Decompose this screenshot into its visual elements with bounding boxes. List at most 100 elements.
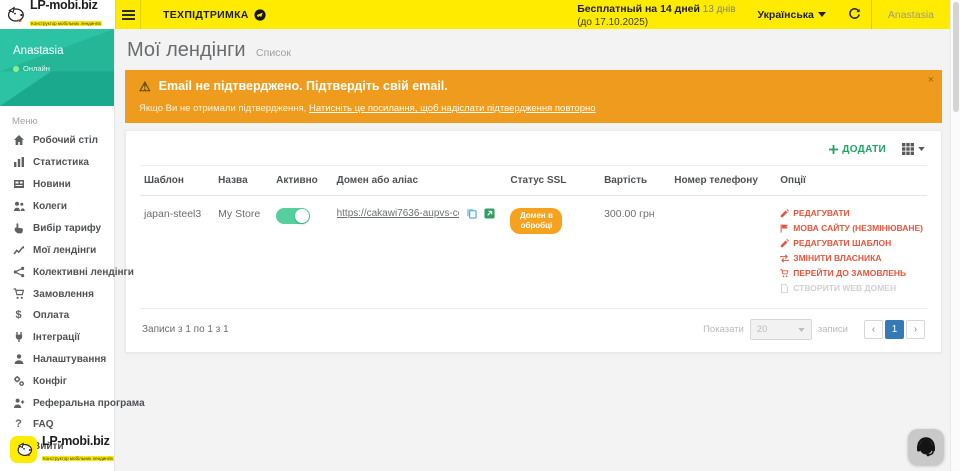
sidebar-item-config[interactable]: Конфіг (0, 370, 114, 392)
flag-icon (780, 224, 789, 233)
app-logo[interactable]: LP-mobi.biz Конструктор мобільних лендин… (0, 0, 115, 29)
sidebar-item-my-landings[interactable]: Мої лендінги (0, 239, 114, 261)
next-page-button[interactable]: › (906, 320, 925, 339)
table-toolbar: ДОДАТИ (140, 139, 927, 165)
close-icon[interactable]: × (928, 74, 934, 86)
logo-title: LP-mobi.biz (30, 0, 102, 12)
prev-page-button[interactable]: ‹ (864, 320, 883, 339)
trial-info: Бесплатный на 14 дней 13 днів (до 17.10.… (577, 0, 745, 29)
cell-domain: https://cakawi7636-aupvs-com-42 (333, 196, 507, 309)
records-info: Записи з 1 по 1 з 1 (142, 324, 229, 335)
refresh-icon (848, 8, 861, 21)
cell-ssl-status: Домен в обробці (506, 196, 600, 309)
col-header-active[interactable]: Активно (272, 166, 332, 196)
cell-phone (670, 196, 776, 309)
add-landing-button[interactable]: ДОДАТИ (829, 144, 886, 155)
page-1-button[interactable]: 1 (885, 320, 904, 339)
page-header: Мої лендінги Список (125, 37, 942, 70)
profile-status: Онлайн (13, 64, 50, 73)
dollar-icon: $ (12, 310, 25, 321)
menu-section-label: Меню (0, 106, 114, 129)
cell-name: My Store (214, 196, 272, 309)
records-label: записи (818, 324, 848, 335)
trial-title: Бесплатный на 14 дней (577, 3, 700, 15)
resend-confirmation-link[interactable]: Натисніть це посилання, щоб надіслати пі… (309, 103, 596, 114)
pagination: ‹ 1 › (864, 320, 925, 339)
alert-title: ⚠ Email не підтверджено. Підтвердіть сві… (139, 79, 912, 93)
gears-icon (12, 375, 25, 387)
sidebar-item-settings[interactable]: Налаштування (0, 348, 114, 370)
column-visibility-button[interactable] (902, 143, 925, 155)
sidebar-item-orders[interactable]: Замовлення (0, 283, 114, 305)
support-chat-widget[interactable] (908, 429, 944, 465)
menu-toggle-button[interactable] (115, 0, 141, 29)
headset-icon (914, 435, 938, 459)
option-go-to-orders[interactable]: ПЕРЕЙТИ ДО ЗАМОВЛЕНЬ (780, 268, 923, 278)
app-icon (10, 436, 37, 463)
support-label: ТЕХПІДТРИМКА (163, 9, 249, 21)
col-header-phone[interactable]: Номер телефону (670, 166, 776, 196)
chevron-down-icon (798, 328, 805, 332)
col-header-name[interactable]: Назва (214, 166, 272, 196)
cart-icon (12, 288, 25, 300)
newspaper-icon (12, 178, 25, 190)
online-dot-icon (13, 66, 19, 72)
sidebar-item-statistics[interactable]: Статистика (0, 151, 114, 173)
sidebar-item-faq[interactable]: ? FAQ (0, 414, 114, 435)
page-title: Мої лендінги (127, 39, 246, 61)
logo-subtitle: Конструктор мобільних лендингів (42, 456, 114, 461)
sidebar-item-tariff[interactable]: Вибір тарифу (0, 217, 114, 239)
col-header-options[interactable]: Опції (776, 166, 927, 196)
domain-link[interactable]: https://cakawi7636-aupvs-com-42 (337, 208, 459, 219)
question-icon: ? (12, 419, 25, 430)
person-plus-icon (12, 397, 25, 409)
ssl-status-badge: Домен в обробці (510, 208, 562, 234)
page-scrollbar[interactable] (950, 0, 960, 471)
top-bar: LP-mobi.biz Конструктор мобільних лендин… (0, 0, 950, 29)
col-header-template[interactable]: Шаблон (140, 166, 214, 196)
option-change-owner[interactable]: ЗМІНИТИ ВЛАСНИКА (780, 253, 923, 263)
email-warning-banner: ⚠ Email не підтверджено. Підтвердіть сві… (125, 70, 942, 123)
language-select[interactable]: Українська (746, 0, 838, 29)
alert-text: Якщо Ви не отримали підтвердження, Натис… (139, 103, 912, 114)
col-header-price[interactable]: Вартість (600, 166, 670, 196)
trial-days-left: 13 днів (703, 4, 736, 15)
option-edit-template[interactable]: РЕДАГУВАТИ ШАБЛОН (780, 238, 923, 248)
logo-mascot-icon (4, 4, 26, 26)
sidebar-item-desktop[interactable]: Робочий стіл (0, 129, 114, 151)
sidebar-footer-logo[interactable]: LP-mobi.biz Конструктор мобільних лендин… (10, 435, 114, 466)
sidebar-item-news[interactable]: Новини (0, 173, 114, 195)
logo-mascot-icon (14, 440, 34, 460)
option-site-language[interactable]: МОВА САЙТУ (НЕЗМІНЮВАНЕ) (780, 223, 923, 233)
col-header-ssl[interactable]: Статус SSL (506, 166, 600, 196)
hand-pointer-icon (12, 222, 25, 234)
refresh-button[interactable] (838, 0, 871, 29)
profile-name: Anastasia (13, 45, 64, 57)
table-footer: Записи з 1 по 1 з 1 Показати 20 записи ‹… (140, 309, 927, 342)
option-edit[interactable]: РЕДАГУВАТИ (780, 208, 923, 218)
page-icon (780, 284, 789, 293)
option-create-web-domain: СТВОРИТИ WEB ДОМЕН (780, 283, 923, 293)
active-toggle[interactable] (276, 208, 310, 224)
trend-chart-icon (12, 244, 25, 256)
page-size-select[interactable]: 20 (750, 319, 812, 340)
sidebar-item-integrations[interactable]: Інтеграції (0, 326, 114, 348)
open-site-icon[interactable] (484, 208, 495, 219)
sidebar-item-colleagues[interactable]: Колеги (0, 195, 114, 217)
copy-icon[interactable] (466, 208, 477, 219)
header-username[interactable]: Anastasia (871, 0, 950, 29)
people-icon (12, 200, 25, 212)
scrollbar-thumb[interactable] (953, 2, 959, 112)
main-content: Мої лендінги Список ⚠ Email не підтвердж… (115, 29, 950, 471)
telegram-icon (254, 9, 266, 21)
language-label: Українська (758, 9, 814, 21)
show-label: Показати (703, 324, 744, 335)
logo-subtitle: Конструктор мобільних лендингів (30, 21, 102, 26)
sidebar: Anastasia Онлайн Меню Робочий стіл Стати… (0, 29, 115, 471)
support-link[interactable]: ТЕХПІДТРИМКА (141, 0, 282, 29)
sidebar-item-referral[interactable]: Реферальна програма (0, 392, 114, 414)
col-header-domain[interactable]: Домен або аліас (333, 166, 507, 196)
sidebar-item-collective-landings[interactable]: Колективні лендінги (0, 261, 114, 283)
sidebar-item-payment[interactable]: $ Оплата (0, 305, 114, 326)
warning-icon: ⚠ (139, 80, 151, 93)
